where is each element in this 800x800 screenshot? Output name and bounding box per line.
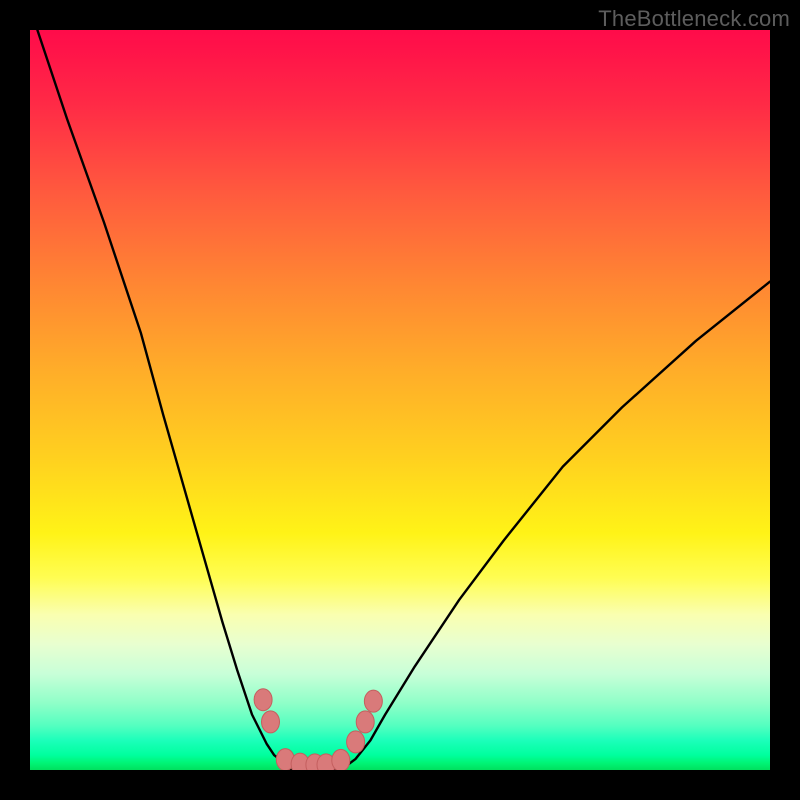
data-marker [262,711,280,733]
data-marker [364,690,382,712]
data-marker [356,711,374,733]
marker-group [254,689,382,770]
curve-group [37,30,770,770]
chart-svg [30,30,770,770]
outer-frame: TheBottleneck.com [0,0,800,800]
data-marker [332,749,350,770]
plot-area [30,30,770,770]
bottleneck-curve [37,30,770,770]
data-marker [347,731,365,753]
data-marker [254,689,272,711]
watermark-text: TheBottleneck.com [598,6,790,32]
